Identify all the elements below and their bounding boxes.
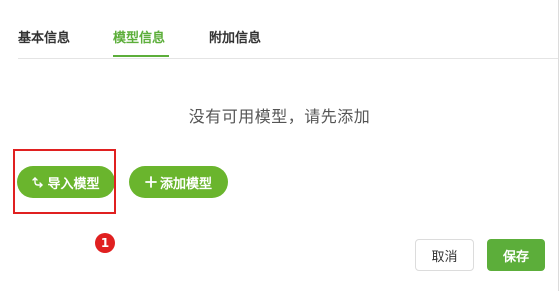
empty-state-message: 没有可用模型，请先添加 [188, 107, 371, 126]
tab-bar: 基本信息 模型信息 附加信息 [18, 0, 558, 59]
annotation-badge: 1 [95, 233, 115, 253]
tab-model-info[interactable]: 模型信息 [113, 27, 165, 46]
dialog: 基本信息 模型信息 附加信息 没有可用模型，请先添加 导入模型 添加模型 1 取… [0, 0, 559, 291]
cancel-button[interactable]: 取消 [415, 239, 474, 271]
add-model-button[interactable]: 添加模型 [129, 166, 228, 198]
tab-basic-info[interactable]: 基本信息 [18, 27, 70, 46]
active-tab-indicator [113, 55, 169, 57]
add-model-label: 添加模型 [159, 176, 212, 192]
plus-icon [145, 176, 157, 188]
save-button[interactable]: 保存 [487, 239, 545, 271]
annotation-highlight-box [13, 149, 116, 214]
tab-extra-info[interactable]: 附加信息 [209, 27, 261, 46]
